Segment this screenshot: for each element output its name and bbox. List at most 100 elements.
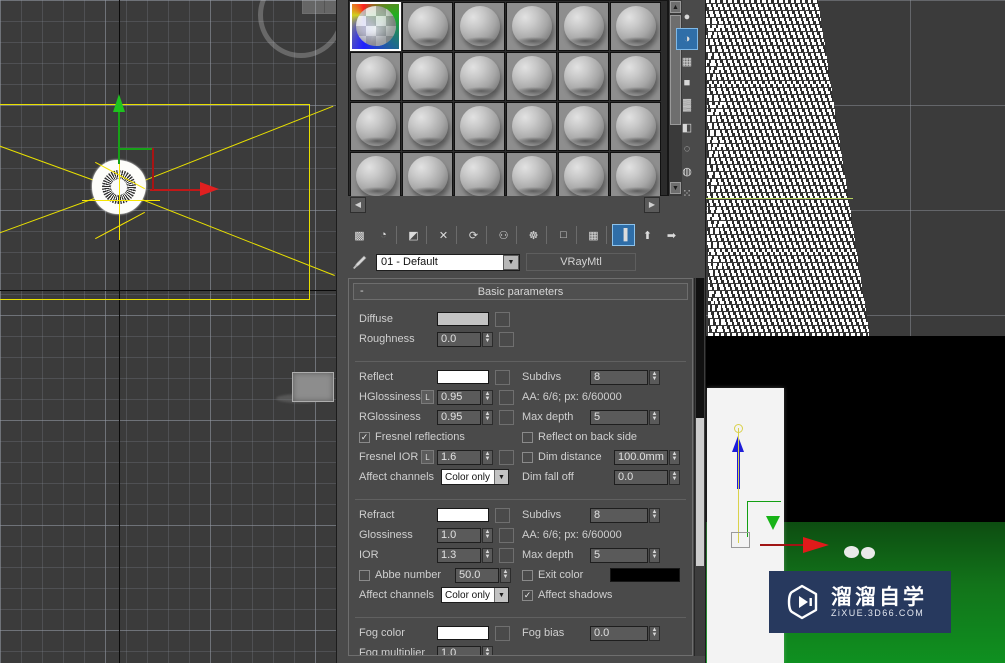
- show-shaded-material-in-viewport-button[interactable]: ▦: [582, 224, 605, 246]
- refract-subdivs-spinner[interactable]: 8 ▲ ▼: [590, 507, 660, 523]
- viewport-top[interactable]: [0, 0, 336, 663]
- spinner-arrows-icon[interactable]: ▲ ▼: [482, 331, 493, 347]
- chevron-down-icon[interactable]: ▼: [494, 588, 508, 602]
- sample-slot-24[interactable]: [610, 152, 661, 201]
- reflect-on-back-side-row[interactable]: Reflect on back side: [522, 427, 682, 447]
- sample-slot-15[interactable]: [454, 102, 505, 151]
- rglossiness-spinner[interactable]: 0.95 ▲ ▼: [437, 409, 493, 425]
- exit-color-checkbox[interactable]: [522, 569, 533, 581]
- dim-distance-spinner[interactable]: 100.0mm ▲ ▼: [614, 449, 680, 465]
- reflect-subdivs-spinner[interactable]: 8 ▲ ▼: [590, 369, 660, 385]
- fresnel-reflections-checkbox[interactable]: ✓: [359, 431, 370, 443]
- sample-slot-6[interactable]: [610, 2, 661, 51]
- spinner-arrows-icon[interactable]: ▲ ▼: [649, 547, 660, 563]
- material-type-button[interactable]: VRayMtl: [526, 253, 636, 271]
- sample-slot-23[interactable]: [558, 152, 609, 201]
- slots-nav-row[interactable]: ◀ ▶: [348, 196, 668, 214]
- hglossiness-map-button[interactable]: [499, 389, 514, 405]
- abbe-number-checkbox[interactable]: [359, 569, 370, 581]
- gizmo-y-axis[interactable]: [118, 106, 120, 164]
- material-editor-window[interactable]: ▲ ▼ ◀ ▶ ● ◑ ▦ ■ ▓ ◧ ◌ ◍ ⁙ ▩ ◔ ◩ ✕ ⟳ ⚇ ☸ □ ▦ ▐ ⬆ ➡ 01 - Defa…: [336, 0, 706, 663]
- rglossiness-map-button[interactable]: [499, 409, 514, 425]
- abbe-number-spinner[interactable]: 50.0 ▲ ▼: [455, 567, 511, 583]
- fog-color-map-button[interactable]: [495, 625, 510, 641]
- abbe-number-value[interactable]: 50.0: [455, 567, 499, 583]
- ior-map-button[interactable]: [499, 547, 514, 563]
- reflect-subdivs-value[interactable]: 8: [590, 369, 648, 385]
- sample-slot-12[interactable]: [610, 52, 661, 101]
- roughness-value[interactable]: 0.0: [437, 331, 481, 347]
- sample-slot-5[interactable]: [558, 2, 609, 51]
- make-unique-button[interactable]: ⚇: [492, 224, 515, 246]
- scrollbar-thumb[interactable]: [696, 418, 704, 566]
- diffuse-color-swatch[interactable]: [437, 312, 489, 326]
- pick-material-from-object-icon[interactable]: [348, 253, 370, 271]
- sample-slot-13[interactable]: [350, 102, 401, 151]
- spinner-arrows-icon[interactable]: ▲ ▼: [649, 625, 660, 641]
- assign-material-to-selection-button[interactable]: ◩: [402, 224, 425, 246]
- scene-object-box[interactable]: [292, 372, 334, 402]
- fog-bias-spinner[interactable]: 0.0 ▲ ▼: [590, 625, 660, 641]
- spinner-arrows-icon[interactable]: ▲ ▼: [482, 645, 493, 655]
- spinner-arrows-icon[interactable]: ▲ ▼: [649, 507, 660, 523]
- refract-glossiness-map-button[interactable]: [499, 527, 514, 543]
- spinner-arrows-icon[interactable]: ▲ ▼: [482, 389, 493, 405]
- select-by-material-icon[interactable]: ◍: [676, 160, 698, 182]
- spinner-arrows-icon[interactable]: ▲ ▼: [649, 409, 660, 425]
- sample-slot-18[interactable]: [610, 102, 661, 151]
- reflect-max-depth-spinner[interactable]: 5 ▲ ▼: [590, 409, 660, 425]
- fog-multiplier-spinner[interactable]: 1.0 ▲ ▼: [437, 645, 493, 655]
- refract-max-depth-spinner[interactable]: 5 ▲ ▼: [590, 547, 660, 563]
- sample-slot-17[interactable]: [558, 102, 609, 151]
- affect-shadows-row[interactable]: ✓ Affect shadows: [522, 585, 682, 605]
- refract-map-button[interactable]: [495, 507, 510, 523]
- sample-slot-9[interactable]: [454, 52, 505, 101]
- fresnel-ior-map-button[interactable]: [499, 449, 514, 465]
- material-id-channel-icon[interactable]: ⁙: [676, 182, 698, 204]
- sample-slot-3[interactable]: [454, 2, 505, 51]
- rglossiness-value[interactable]: 0.95: [437, 409, 481, 425]
- refract-max-depth-value[interactable]: 5: [590, 547, 648, 563]
- sample-uv-tiling-icon[interactable]: ■: [676, 72, 698, 94]
- sample-type-sphere-icon[interactable]: ●: [676, 6, 698, 28]
- spinner-arrows-icon[interactable]: ▲ ▼: [649, 369, 660, 385]
- material-effects-channel-button[interactable]: □: [552, 224, 575, 246]
- parameters-scrollbar[interactable]: [694, 278, 705, 656]
- reflect-map-button[interactable]: [495, 369, 510, 385]
- put-material-to-scene-button[interactable]: ◔: [372, 224, 395, 246]
- material-name-row[interactable]: 01 - Default ▼ VRayMtl: [348, 252, 693, 272]
- fog-multiplier-value[interactable]: 1.0: [437, 645, 481, 655]
- hglossiness-spinner[interactable]: 0.95 ▲ ▼: [437, 389, 493, 405]
- hglossiness-value[interactable]: 0.95: [437, 389, 481, 405]
- dim-fall-off-value[interactable]: 0.0: [614, 469, 668, 485]
- roughness-spinner[interactable]: 0.0 ▲ ▼: [437, 331, 493, 347]
- fog-color-swatch[interactable]: [437, 626, 489, 640]
- sample-slot-8[interactable]: [402, 52, 453, 101]
- dim-distance-checkbox[interactable]: [522, 451, 533, 463]
- sample-slot-10[interactable]: [506, 52, 557, 101]
- fresnel-ior-lock-button[interactable]: L: [421, 450, 434, 464]
- fresnel-ior-spinner[interactable]: 1.6 ▲ ▼: [437, 449, 493, 465]
- spinner-arrows-icon[interactable]: ▲ ▼: [669, 449, 680, 465]
- fresnel-ior-value[interactable]: 1.6: [437, 449, 481, 465]
- material-name-input[interactable]: 01 - Default ▼: [376, 253, 520, 271]
- spinner-arrows-icon[interactable]: ▲ ▼: [669, 469, 680, 485]
- ior-value[interactable]: 1.3: [437, 547, 481, 563]
- spinner-arrows-icon[interactable]: ▲ ▼: [500, 567, 511, 583]
- put-to-library-button[interactable]: ☸: [522, 224, 545, 246]
- go-to-parent-button[interactable]: ⬆: [636, 224, 659, 246]
- sample-slot-7[interactable]: [350, 52, 401, 101]
- material-editor-toolbar[interactable]: ▩ ◔ ◩ ✕ ⟳ ⚇ ☸ □ ▦ ▐ ⬆ ➡: [348, 222, 693, 248]
- sample-slot-1[interactable]: [350, 2, 401, 51]
- diffuse-map-button[interactable]: [495, 311, 510, 327]
- reflect-on-back-side-checkbox[interactable]: [522, 431, 533, 443]
- hglossiness-lock-button[interactable]: L: [421, 390, 434, 404]
- fog-bias-value[interactable]: 0.0: [590, 625, 648, 641]
- basic-parameters-panel[interactable]: - Basic parameters Diffuse Roughness 0.0…: [348, 278, 693, 656]
- reset-map-material-button[interactable]: ✕: [432, 224, 455, 246]
- video-color-check-icon[interactable]: ▓: [676, 94, 698, 116]
- spinner-arrows-icon[interactable]: ▲ ▼: [482, 527, 493, 543]
- reflect-color-swatch[interactable]: [437, 370, 489, 384]
- slot-next-button[interactable]: ▶: [644, 197, 660, 213]
- backlight-icon[interactable]: ◑: [676, 28, 698, 50]
